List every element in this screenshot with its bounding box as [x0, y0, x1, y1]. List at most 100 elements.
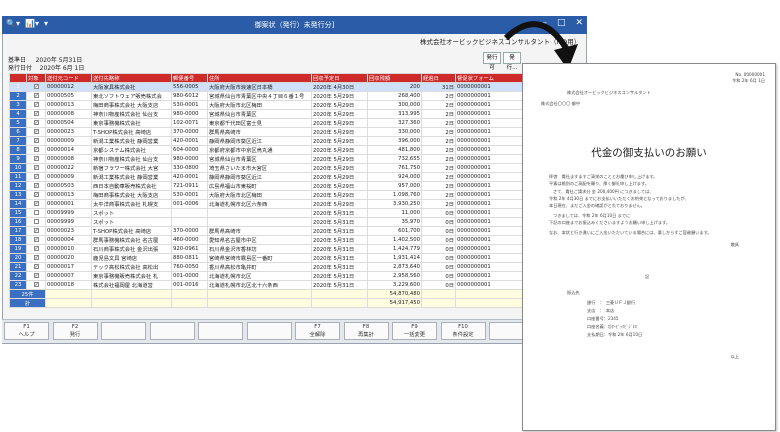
summary-empty-cell [421, 298, 456, 308]
col-header-target[interactable]: 対象 [26, 73, 46, 83]
target-checkbox[interactable]: ✓ [33, 138, 39, 144]
target-checkbox[interactable]: ✓ [33, 273, 39, 279]
table-row[interactable]: 15 00009999 スポット 2020年 5月31日 11,000 0日 0000000… [9, 208, 524, 218]
target-checkbox[interactable] [33, 209, 39, 215]
col-header-amount[interactable]: 回収残額 [367, 73, 422, 83]
days-cell: 0日 [421, 253, 456, 263]
table-row[interactable]: 20 ✓ 00000020 鹿児島文具 宮崎店 880-0811 宮崎県宮崎市霧島区一番町… [9, 253, 524, 263]
target-checkbox[interactable]: ✓ [33, 255, 39, 261]
summary-empty-cell [455, 289, 524, 299]
amount-cell: 601,700 [367, 226, 422, 236]
target-checkbox[interactable]: ✓ [33, 84, 39, 90]
target-cell: ✓ [26, 262, 46, 272]
fkey-button[interactable] [149, 322, 195, 340]
fkey-button[interactable]: F8 再集計 [343, 322, 389, 340]
code-cell: 00000013 [45, 100, 92, 110]
target-checkbox[interactable]: ✓ [33, 120, 39, 126]
target-cell: ✓ [26, 244, 46, 254]
issuable-button[interactable]: 発行可 [483, 52, 501, 71]
table-row[interactable]: 10 ✓ 00000022 新宿フラワー株式会社 大宮 330-0800 埼玉県さいたま市… [9, 163, 524, 173]
name-cell: 大阪家具株式会社 [91, 82, 172, 92]
code-cell: 00000504 [45, 118, 92, 128]
doc-body-line: 平素は格別のご高配を賜り、厚く御礼申し上げます。 [549, 181, 649, 186]
zip-cell: 370-0000 [171, 127, 208, 137]
target-cell: ✓ [26, 82, 46, 92]
form-cell: 0000000001 [455, 253, 524, 263]
table-row[interactable]: 12 ✓ 00000503 西日本自動車販売株式会社 721-0911 広島県福山市東桜町… [9, 181, 524, 191]
table-row[interactable]: 18 ✓ 00000004 群馬事務機株式会社 名古屋 460-0000 愛知県名古屋市中… [9, 235, 524, 245]
target-checkbox[interactable]: ✓ [33, 264, 39, 270]
target-checkbox[interactable]: ✓ [33, 129, 39, 135]
target-checkbox[interactable]: ✓ [33, 201, 39, 207]
fkey-label: 発行 [69, 332, 81, 338]
fkey-button[interactable]: F10 条件設定 [440, 322, 486, 340]
target-checkbox[interactable]: ✓ [33, 147, 39, 153]
col-header-name[interactable]: 送付先略称 [91, 73, 172, 83]
table-row[interactable]: 21 ✓ 00000017 テック高松株式会社 高松出 760-0050 香川県高松市亀井… [9, 262, 524, 272]
table-row[interactable]: 17 ✓ 00000023 T-SHOP株式会社 高崎店 370-0000 群馬県高崎市 2… [9, 226, 524, 236]
col-header-zip[interactable]: 郵便番号 [171, 73, 208, 83]
table-row[interactable]: 9 ✓ 00000008 神奈川物産株式会社 仙台支 980-0000 宮城県仙台市青葉区… [9, 154, 524, 164]
fkey-button[interactable] [198, 322, 243, 340]
table-row[interactable]: 11 ✓ 00000009 新潟工業株式会社 静岡営業 420-0001 静岡県静岡市葵区… [9, 172, 524, 182]
fkey-button[interactable]: F1 ヘルプ [4, 322, 49, 340]
target-checkbox[interactable]: ✓ [33, 246, 39, 252]
summary-empty-cell [455, 298, 524, 308]
form-cell: 0000000001 [455, 262, 524, 272]
form-cell: 0000000001 [455, 199, 524, 209]
target-checkbox[interactable]: ✓ [33, 93, 39, 99]
address-cell: 埼玉県さいたま市大宮区 [207, 163, 312, 173]
address-cell: 宮城県仙台市青葉区中央４丁目６番１号 [207, 91, 312, 101]
fkey-number: F9 [411, 324, 418, 330]
target-checkbox[interactable]: ✓ [33, 156, 39, 162]
target-checkbox[interactable]: ✓ [33, 111, 39, 117]
name-cell: 京都システム株式会社 [91, 145, 172, 155]
fkey-button[interactable] [101, 322, 146, 340]
fkey-number: F1 [23, 324, 30, 330]
address-cell [207, 208, 312, 218]
target-checkbox[interactable]: ✓ [33, 228, 39, 234]
amount-cell: 330,000 [367, 127, 422, 137]
table-row[interactable]: 7 ✓ 00000009 新潟工業株式会社 静岡営業 420-0001 静岡県静岡市葵区近… [9, 136, 524, 146]
due-date-cell: 2020年 4月30日 [311, 82, 368, 92]
table-row[interactable]: 22 ✓ 00000007 東京事務機販売株式会社 札 001-0000 北海道札幌市北区… [9, 271, 524, 281]
table-row[interactable]: 16 00009999 スポット 2020年 5月31日 35,970 0日 0000000… [9, 217, 524, 227]
target-checkbox[interactable]: ✓ [33, 102, 39, 108]
row-number: 19 [9, 244, 27, 254]
name-cell: 新宿フラワー株式会社 大宮 [91, 163, 172, 173]
col-header-address[interactable]: 住所 [207, 73, 312, 83]
table-row[interactable]: 4 ✓ 00000008 神奈川物産株式会社 仙台支 980-0000 宮城県仙台市青葉区… [9, 109, 524, 119]
target-cell: ✓ [26, 154, 46, 164]
table-row[interactable]: 13 ✓ 00000013 梅田商事株式会社 大阪支店 530-0001 大阪府大阪市北区… [9, 190, 524, 200]
col-header-code[interactable]: 送付元コード [45, 73, 92, 83]
table-row[interactable]: 5 ✓ 00000504 東京事務機株式会社 102-0071 東京都千代田区富士見 202… [9, 118, 524, 128]
zip-cell: 330-0800 [171, 163, 208, 173]
fkey-button[interactable]: F9 一括変更 [392, 322, 437, 340]
target-checkbox[interactable]: ✓ [33, 192, 39, 198]
table-row[interactable]: 19 ✓ 00000010 石川商事株式会社 金沢出張 920-0961 石川県金沢市香林… [9, 244, 524, 254]
form-cell: 0000000001 [455, 127, 524, 137]
fkey-button[interactable]: F2 発行 [52, 322, 98, 340]
fkey-button[interactable] [246, 322, 292, 340]
fkey-button[interactable]: F7 全解除 [295, 322, 340, 340]
row-number: 18 [9, 235, 27, 245]
table-row[interactable]: 14 ✓ 00000001 太平洋商事株式会社 札幌支 001-0006 北海道札幌市北区… [9, 199, 524, 209]
table-row[interactable]: 3 ✓ 00000013 梅田商事株式会社 大阪支店 530-0001 大阪府大阪市北区梅… [9, 100, 524, 110]
days-cell: 2日 [421, 154, 456, 164]
col-header-days[interactable]: 経過日 [421, 73, 456, 83]
table-row[interactable]: 23 ✓ 00000018 株式会社福岡屋 北海道営 001-0016 北海道札幌市北区北… [9, 280, 524, 290]
table-row[interactable]: 2 ✓ 00000505 東北ソフトウェア販売株式会 980-6012 宮城県仙台市青葉区… [9, 91, 524, 101]
days-cell: 0日 [421, 271, 456, 281]
due-date-cell: 2020年 5月31日 [311, 280, 368, 290]
target-checkbox[interactable]: ✓ [33, 282, 39, 288]
target-checkbox[interactable]: ✓ [33, 174, 39, 180]
target-checkbox[interactable]: ✓ [33, 183, 39, 189]
code-cell: 00000007 [45, 271, 92, 281]
table-row[interactable]: 1 ✓ 00000012 大阪家具株式会社 556-0005 大阪府大阪市浪速区日本橋 20… [9, 82, 524, 92]
target-checkbox[interactable] [33, 218, 39, 224]
table-row[interactable]: 6 ✓ 00000023 T-SHOP株式会社 高崎店 370-0000 群馬県高崎市 20… [9, 127, 524, 137]
target-checkbox[interactable]: ✓ [33, 165, 39, 171]
table-row[interactable]: 8 ✓ 00000014 京都システム株式会社 604-0000 京都府京都市中京区烏丸通… [9, 145, 524, 155]
target-checkbox[interactable]: ✓ [33, 237, 39, 243]
col-header-due-date[interactable]: 回収予定日 [311, 73, 368, 83]
